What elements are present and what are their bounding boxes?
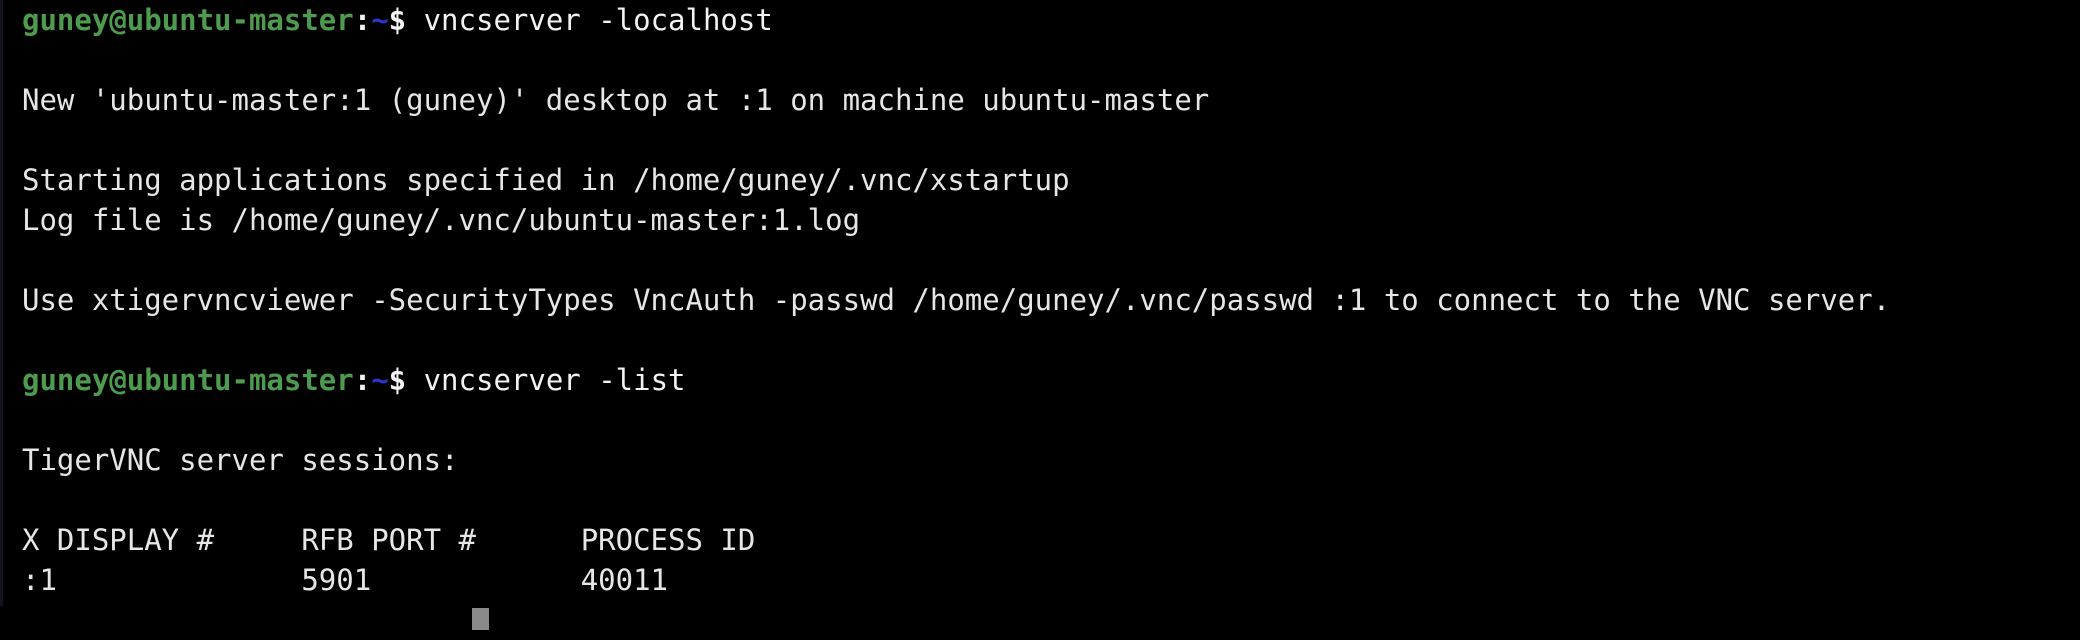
prompt-path-2: ~ bbox=[371, 363, 389, 397]
terminal-window[interactable]: guney@ubuntu-master:~$ vncserver -localh… bbox=[0, 0, 2080, 630]
terminal-line-output-viewer-hint: Use xtigervncviewer -SecurityTypes VncAu… bbox=[22, 280, 2080, 320]
session-table-header-text: X DISPLAY # RFB PORT # PROCESS ID bbox=[22, 523, 756, 557]
session-table-header-row: X DISPLAY # RFB PORT # PROCESS ID bbox=[22, 520, 2080, 560]
prompt-dollar-2: $ bbox=[388, 363, 407, 397]
terminal-cursor-line bbox=[22, 600, 2080, 640]
prompt-path: ~ bbox=[371, 3, 389, 37]
prompt-colon-2: : bbox=[353, 363, 372, 397]
prompt-dollar: $ bbox=[388, 3, 407, 37]
output-text-starting-apps: Starting applications specified in /home… bbox=[22, 163, 1070, 197]
terminal-line-output-new-desktop: New 'ubuntu-master:1 (guney)' desktop at… bbox=[22, 80, 2080, 120]
session-table-row: :1 5901 40011 bbox=[22, 560, 2080, 600]
terminal-line-blank-2 bbox=[22, 120, 2080, 160]
terminal-line-blank-5 bbox=[22, 400, 2080, 440]
output-text-viewer-hint: Use xtigervncviewer -SecurityTypes VncAu… bbox=[22, 283, 1891, 317]
output-text-log-file: Log file is /home/guney/.vnc/ubuntu-mast… bbox=[22, 203, 861, 237]
terminal-line-output-starting-apps: Starting applications specified in /home… bbox=[22, 160, 2080, 200]
prompt-user-host: guney@ubuntu-master bbox=[22, 3, 354, 37]
prompt-user-host-2: guney@ubuntu-master bbox=[22, 363, 354, 397]
terminal-line-prompt-1: guney@ubuntu-master:~$ vncserver -localh… bbox=[22, 0, 2080, 40]
terminal-screen[interactable]: guney@ubuntu-master:~$ vncserver -localh… bbox=[22, 0, 2080, 630]
terminal-line-blank-6 bbox=[22, 480, 2080, 520]
terminal-line-output-log-file: Log file is /home/guney/.vnc/ubuntu-mast… bbox=[22, 200, 2080, 240]
output-text-sessions-header: TigerVNC server sessions: bbox=[22, 443, 459, 477]
output-text-new-desktop: New 'ubuntu-master:1 (guney)' desktop at… bbox=[22, 83, 1210, 117]
terminal-cursor[interactable] bbox=[472, 608, 489, 630]
terminal-line-blank-3 bbox=[22, 240, 2080, 280]
terminal-line-output-sessions-header: TigerVNC server sessions: bbox=[22, 440, 2080, 480]
session-table-row-text: :1 5901 40011 bbox=[22, 563, 669, 597]
command-text-1: vncserver -localhost bbox=[406, 3, 773, 37]
prompt-colon: : bbox=[353, 3, 372, 37]
terminal-line-blank-4 bbox=[22, 320, 2080, 360]
command-text-2: vncserver -list bbox=[406, 363, 686, 397]
terminal-line-prompt-2: guney@ubuntu-master:~$ vncserver -list bbox=[22, 360, 2080, 400]
terminal-line-blank-1 bbox=[22, 40, 2080, 80]
